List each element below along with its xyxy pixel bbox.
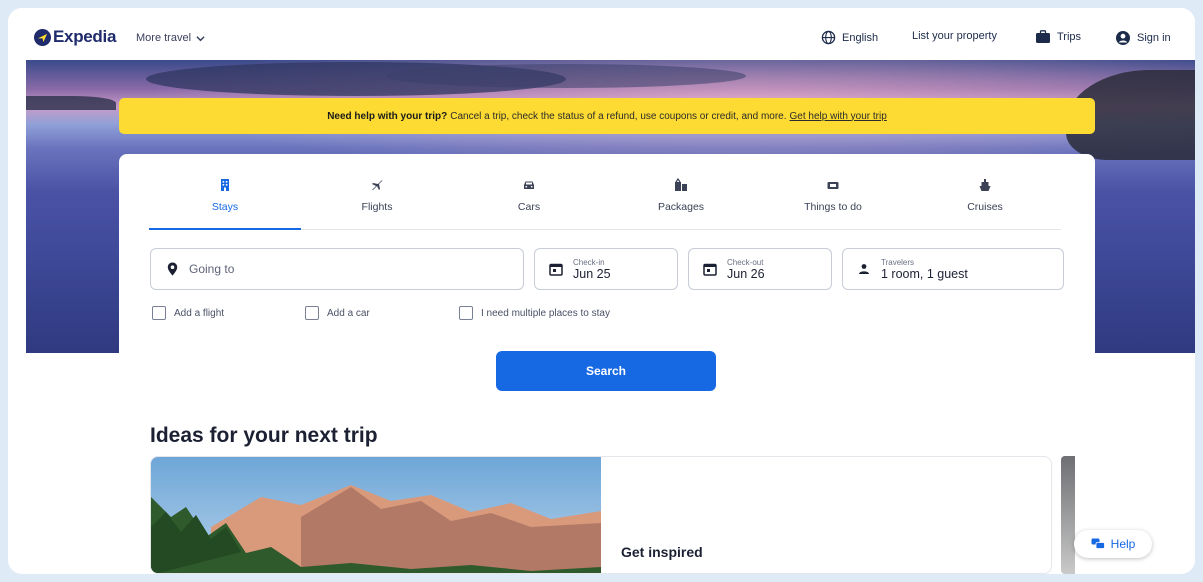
- check-in-date-field[interactable]: Check-in Jun 25: [534, 248, 678, 290]
- multiple-places-checkbox[interactable]: I need multiple places to stay: [459, 306, 610, 320]
- account-icon: [1116, 31, 1130, 45]
- next-card-peek[interactable]: [1061, 456, 1075, 574]
- tab-label: Cars: [517, 201, 541, 213]
- language-label: English: [842, 31, 879, 44]
- plane-icon: [372, 180, 383, 190]
- tab-stays[interactable]: Stays: [149, 172, 301, 230]
- calendar-icon: [549, 262, 563, 276]
- add-flight-checkbox[interactable]: Add a flight: [152, 306, 224, 320]
- banner-help-link[interactable]: Get help with your trip: [790, 111, 887, 122]
- banner-text: Cancel a trip, check the status of a ref…: [450, 110, 787, 122]
- chat-bubble-icon: [1091, 538, 1105, 549]
- search-options: Add a flight Add a car I need multiple p…: [152, 306, 752, 324]
- mountain-landscape-image: [151, 457, 601, 573]
- briefcase-icon: [1036, 30, 1050, 43]
- travelers-value: 1 room, 1 guest: [881, 266, 968, 281]
- hero-landmass: [26, 96, 116, 110]
- checkbox-box[interactable]: [459, 306, 473, 320]
- check-in-label: Check-in: [573, 257, 605, 267]
- add-car-label: Add a car: [327, 307, 370, 319]
- list-property-label: List your property: [912, 30, 997, 42]
- get-inspired-text: Get inspired: [621, 544, 703, 560]
- tab-cruises[interactable]: Cruises: [909, 172, 1061, 229]
- product-tabs: Stays Flights Cars Packages Things to do…: [149, 172, 1061, 230]
- tab-label: Stays: [211, 201, 239, 213]
- tab-label: Flights: [361, 201, 393, 213]
- check-out-value: Jun 26: [727, 266, 765, 281]
- tab-flights[interactable]: Flights: [301, 172, 453, 229]
- logo-plane-icon: [34, 28, 51, 46]
- chevron-down-icon: [196, 35, 205, 41]
- location-pin-icon: [165, 262, 179, 276]
- multiple-places-label: I need multiple places to stay: [481, 307, 610, 319]
- hero-cloud: [386, 64, 746, 88]
- list-property-link[interactable]: List your property: [912, 30, 997, 42]
- sign-in-link[interactable]: Sign in: [1115, 30, 1171, 46]
- checkbox-box[interactable]: [152, 306, 166, 320]
- tab-things-to-do[interactable]: Things to do: [757, 172, 909, 229]
- add-car-checkbox[interactable]: Add a car: [305, 306, 370, 320]
- idea-card[interactable]: Get inspired: [150, 456, 1052, 574]
- travelers-label: Travelers: [881, 257, 915, 267]
- check-out-date-field[interactable]: Check-out Jun 26: [688, 248, 832, 290]
- search-button[interactable]: Search: [496, 351, 716, 391]
- search-card: Stays Flights Cars Packages Things to do…: [119, 154, 1095, 574]
- top-header: Expedia More travel English List your pr…: [8, 8, 1195, 60]
- banner-heading: Need help with your trip?: [327, 110, 448, 122]
- going-to-placeholder: Going to: [189, 262, 235, 276]
- calendar-icon: [703, 262, 717, 276]
- going-to-input[interactable]: Going to: [150, 248, 524, 290]
- tab-cars[interactable]: Cars: [453, 172, 605, 229]
- ship-icon: [979, 179, 991, 191]
- more-travel-menu[interactable]: More travel: [136, 32, 205, 44]
- ticket-icon: [827, 182, 839, 189]
- check-in-value: Jun 25: [573, 266, 611, 281]
- globe-icon: [821, 30, 836, 45]
- logo-text: Expedia: [53, 27, 117, 46]
- expedia-logo[interactable]: Expedia: [34, 27, 116, 47]
- tab-label: Things to do: [804, 201, 862, 213]
- sign-in-label: Sign in: [1137, 32, 1171, 44]
- add-flight-label: Add a flight: [174, 307, 225, 319]
- help-label: Help: [1110, 537, 1136, 551]
- tab-label: Cruises: [967, 201, 1003, 213]
- tab-label: Packages: [657, 201, 705, 213]
- person-icon: [857, 262, 871, 276]
- language-selector[interactable]: English: [821, 30, 878, 45]
- car-icon: [524, 181, 534, 189]
- building-icon: [221, 179, 229, 191]
- app-window: Expedia More travel English List your pr…: [8, 8, 1195, 574]
- trips-label: Trips: [1057, 31, 1082, 43]
- check-out-label: Check-out: [727, 257, 764, 267]
- ideas-heading: Ideas for your next trip: [150, 424, 378, 447]
- tab-packages[interactable]: Packages: [605, 172, 757, 229]
- checkbox-box[interactable]: [305, 306, 319, 320]
- help-button[interactable]: Help: [1074, 530, 1152, 558]
- more-travel-label: More travel: [136, 32, 192, 44]
- travelers-field[interactable]: Travelers 1 room, 1 guest: [842, 248, 1064, 290]
- packages-icon: [675, 178, 687, 191]
- help-banner: Need help with your trip? Cancel a trip,…: [119, 98, 1095, 134]
- trips-link[interactable]: Trips: [1035, 30, 1081, 44]
